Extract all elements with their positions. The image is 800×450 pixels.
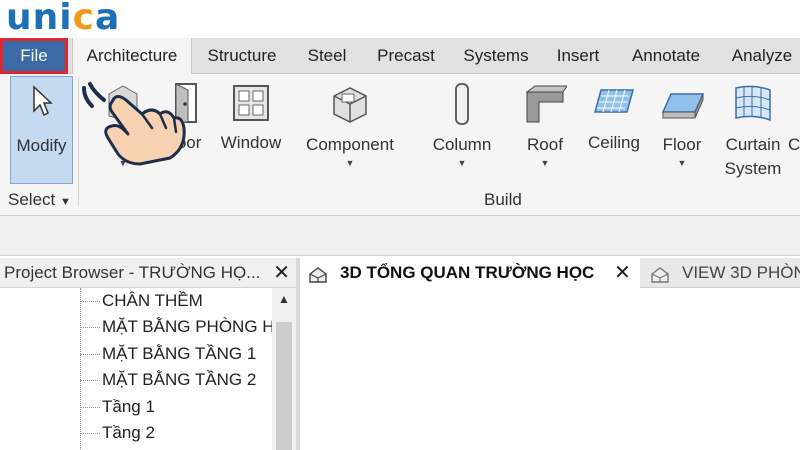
component-label: Component — [306, 135, 394, 154]
tree-item-mat-bang-tang-2[interactable]: MẶT BẰNG TẦNG 2 — [102, 367, 256, 393]
tab-structure[interactable]: Structure — [196, 38, 288, 74]
tab-insert[interactable]: Insert — [546, 38, 610, 74]
unica-logo: unica — [6, 0, 121, 38]
project-browser-scrollbar[interactable]: ▲ — [272, 288, 296, 450]
panel-separator — [78, 78, 79, 206]
curtain-system-button[interactable]: Curtain System — [720, 74, 786, 188]
curtain-system-label-line2: System — [724, 159, 782, 178]
roof-label: Roof — [527, 135, 563, 154]
tree-item-tang-2[interactable]: Tầng 2 — [102, 420, 155, 446]
tab-precast[interactable]: Precast — [368, 38, 444, 74]
window-label: Window — [220, 133, 282, 152]
tab-analyze[interactable]: Analyze — [724, 38, 800, 74]
tree-item-mat-bang-tang-1[interactable]: MẶT BẰNG TẦNG 1 — [102, 341, 256, 367]
scroll-up-icon[interactable]: ▲ — [272, 292, 296, 306]
tree-connector — [80, 433, 100, 434]
window-button[interactable]: Window — [214, 74, 288, 188]
curtain-grid-label-partial: C — [788, 135, 800, 154]
close-icon[interactable]: ✕ — [273, 258, 290, 288]
modify-button[interactable]: Modify — [10, 76, 73, 184]
project-browser-title: Project Browser - TRƯỜNG HỌ... ✕ — [0, 258, 296, 288]
tree-connector — [80, 327, 100, 328]
ceiling-icon — [591, 82, 637, 129]
project-browser-title-text: Project Browser - TRƯỜNG HỌ... — [4, 263, 261, 282]
floor-button[interactable]: Floor ▼ — [654, 74, 710, 188]
close-icon[interactable]: ✕ — [614, 258, 631, 288]
component-icon — [328, 82, 372, 129]
tree-connector — [80, 380, 100, 381]
ceiling-button[interactable]: Ceiling — [582, 74, 646, 188]
view-canvas[interactable] — [300, 288, 800, 450]
ribbon-tab-bar: File Architecture Structure Steel Precas… — [0, 38, 800, 75]
panel-build-label: Build — [484, 190, 522, 209]
tab-architecture[interactable]: Architecture — [72, 38, 192, 75]
hand-pointer-icon — [82, 78, 192, 168]
panel-select-label[interactable]: Select ▼ — [8, 188, 71, 214]
revit-window: unica File Architecture Structure Steel … — [0, 0, 800, 450]
cursor-icon — [31, 85, 53, 124]
modify-label: Modify — [16, 136, 67, 155]
tab-systems[interactable]: Systems — [454, 38, 538, 74]
tree-connector — [80, 407, 100, 408]
ceiling-label: Ceiling — [588, 133, 640, 152]
brand-bar: unica — [0, 0, 800, 38]
curtain-grid-button[interactable]: C — [788, 74, 800, 188]
view-tab-bar: 3D TỔNG QUAN TRƯỜNG HỌC ✕ VIEW 3D PHÒN — [300, 258, 800, 288]
tab-file[interactable]: File — [0, 38, 68, 74]
column-button[interactable]: Column ▼ — [426, 74, 498, 188]
window-icon — [230, 82, 272, 129]
view-tab-label: 3D TỔNG QUAN TRƯỜNG HỌC — [340, 263, 595, 282]
component-button[interactable]: Component ▼ — [300, 74, 400, 188]
roof-icon — [523, 82, 568, 129]
curtain-system-label-line1: Curtain — [725, 135, 781, 154]
tree-guide-line — [80, 288, 81, 450]
column-icon — [450, 82, 474, 131]
view-tab-label: VIEW 3D PHÒN — [682, 263, 800, 282]
tree-item-mat-bang-phong[interactable]: MẶT BẰNG PHÒNG H — [102, 314, 272, 340]
tab-annotate[interactable]: Annotate — [620, 38, 712, 74]
tree-connector — [80, 354, 100, 355]
roof-button[interactable]: Roof ▼ — [518, 74, 572, 188]
tab-steel[interactable]: Steel — [296, 38, 358, 74]
view-tab-3d-phong[interactable]: VIEW 3D PHÒN — [644, 258, 800, 288]
curtain-system-icon — [730, 82, 776, 129]
tree-connector — [80, 301, 100, 302]
tree-item-chan-them[interactable]: CHÂN THỀM — [102, 288, 203, 314]
tree-item-tang-1[interactable]: Tầng 1 — [102, 394, 155, 420]
options-bar — [0, 216, 800, 256]
column-label: Column — [432, 135, 492, 154]
floor-label: Floor — [662, 135, 702, 154]
view-tab-3d-tong-quan[interactable]: 3D TỔNG QUAN TRƯỜNG HỌC ✕ — [300, 258, 640, 288]
scroll-thumb[interactable] — [276, 322, 292, 450]
floor-icon — [659, 82, 705, 129]
